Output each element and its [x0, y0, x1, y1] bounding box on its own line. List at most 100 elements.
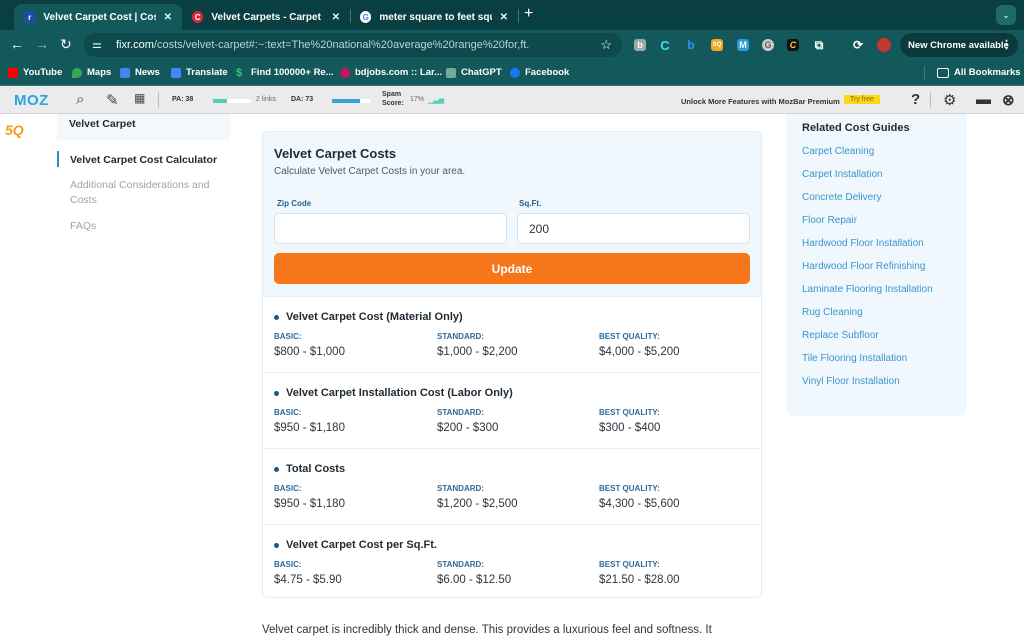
url-text[interactable]: fixr.com/costs/velvet-carpet#:~:text=The…	[116, 39, 529, 51]
gear-icon[interactable]: ⚙	[943, 91, 956, 109]
close-circle-icon[interactable]: ⊗	[1002, 91, 1015, 109]
section-title: Velvet Carpet Cost (Material Only)	[274, 311, 463, 323]
tier-label-best: BEST QUALITY:	[599, 332, 660, 341]
extension-icon-g[interactable]: G	[762, 39, 774, 51]
bookmark-star-icon[interactable]: ☆	[600, 37, 612, 53]
extensions-puzzle-icon[interactable]: ⧉	[813, 38, 825, 52]
news-icon	[120, 67, 130, 78]
bookmark-find[interactable]: $ Find 100000+ Re...	[236, 67, 334, 78]
links-count[interactable]: 2 links	[256, 96, 276, 103]
toc-item-faqs[interactable]: FAQs	[70, 219, 220, 234]
tab-google[interactable]: G meter square to feet square ✕	[350, 4, 518, 30]
body-paragraph: Velvet carpet is incredibly thick and de…	[262, 624, 712, 636]
related-link[interactable]: Hardwood Floor Refinishing	[802, 261, 925, 272]
zip-code-input[interactable]	[274, 213, 507, 244]
new-tab-button[interactable]: +	[524, 5, 533, 23]
close-tab-icon[interactable]: ✕	[164, 12, 172, 23]
address-bar[interactable]: ⚌ fixr.com/costs/velvet-carpet#:~:text=T…	[84, 33, 622, 57]
more-menu-icon[interactable]: ⋮	[1001, 38, 1012, 51]
new-chrome-available-button[interactable]: New Chrome available ⋮	[900, 33, 1018, 57]
close-tab-icon[interactable]: ✕	[500, 12, 508, 23]
site-settings-icon[interactable]: ⚌	[92, 38, 102, 51]
tab-fixr[interactable]: r Velvet Carpet Cost | Cost to I ✕	[14, 4, 182, 30]
tier-value-basic: $950 - $1,180	[274, 498, 345, 510]
cost-section-labor: Velvet Carpet Installation Cost (Labor O…	[263, 372, 761, 448]
minimize-bar-icon[interactable]: ▬	[976, 91, 991, 108]
tier-label-best: BEST QUALITY:	[599, 560, 660, 569]
google-icon: G	[360, 11, 372, 23]
moz-logo: MOZ	[14, 92, 49, 109]
tab-search-button[interactable]: ⌄	[996, 5, 1016, 25]
sqft-input[interactable]: 200	[517, 213, 750, 244]
toc-item-additional-considerations[interactable]: Additional Considerations and Costs	[70, 178, 215, 208]
facebook-icon	[510, 67, 520, 78]
youtube-icon	[8, 67, 18, 78]
page-analysis-icon[interactable]: ⌕	[76, 91, 84, 108]
try-free-button[interactable]: Try free	[844, 95, 880, 104]
tier-label-basic: BASIC:	[274, 332, 302, 341]
forward-arrow-icon[interactable]: →	[35, 36, 49, 52]
help-icon[interactable]: ?	[911, 91, 920, 108]
bookmarks-bar: YouTube Maps News Translate $ Find 100000…	[0, 60, 1024, 86]
related-link[interactable]: Vinyl Floor Installation	[802, 376, 900, 387]
tab-carpet-giant[interactable]: C Velvet Carpets - Carpet GIAN ✕	[182, 4, 350, 30]
related-cost-guides: Related Cost Guides Carpet Cleaning Carp…	[786, 114, 967, 416]
all-bookmarks-button[interactable]: All Bookmarks	[937, 67, 1021, 78]
bookmark-chatgpt[interactable]: ChatGPT	[446, 67, 502, 78]
tier-label-standard: STANDARD:	[437, 560, 484, 569]
sq-extension-logo[interactable]: 5Q	[5, 122, 24, 138]
close-tab-icon[interactable]: ✕	[332, 12, 340, 23]
cost-section-total: Total Costs BASIC: STANDARD: BEST QUALIT…	[263, 448, 761, 524]
reload-icon[interactable]: ↻	[60, 36, 72, 53]
unlock-premium-text: Unlock More Features with MozBar Premium	[681, 97, 840, 106]
back-arrow-icon[interactable]: ←	[10, 36, 24, 52]
da-progress-bar	[332, 99, 370, 103]
keyword-icon[interactable]: ▦	[134, 91, 145, 105]
da-score: DA: 73	[291, 96, 314, 103]
bdjobs-icon	[340, 67, 350, 78]
section-title-text: Velvet Carpet Installation Cost (Labor O…	[286, 387, 513, 399]
url-host: fixr.com	[116, 39, 154, 51]
sqft-label: Sq.Ft.	[519, 199, 542, 208]
bookmark-bdjobs[interactable]: bdjobs.com :: Lar...	[340, 67, 442, 78]
extension-icon-bing[interactable]: b	[685, 38, 697, 52]
extension-icon-sq[interactable]: SQ	[711, 39, 723, 51]
related-link[interactable]: Laminate Flooring Installation	[802, 284, 933, 295]
bullet-icon	[274, 542, 279, 548]
extension-icon-1[interactable]: b	[634, 39, 646, 51]
bookmark-label: bdjobs.com :: Lar...	[355, 67, 443, 78]
related-link[interactable]: Replace Subfloor	[802, 330, 879, 341]
related-link[interactable]: Rug Cleaning	[802, 307, 863, 318]
bookmark-facebook[interactable]: Facebook	[510, 67, 569, 78]
extension-icon-c2[interactable]: C	[787, 39, 799, 51]
chatgpt-icon	[446, 67, 456, 78]
related-link[interactable]: Hardwood Floor Installation	[802, 238, 924, 249]
related-link[interactable]: Floor Repair	[802, 215, 857, 226]
translate-icon	[171, 67, 181, 78]
tier-value-best: $300 - $400	[599, 422, 661, 434]
all-bookmarks-label: All Bookmarks	[954, 67, 1021, 78]
bookmark-maps[interactable]: Maps	[72, 67, 111, 78]
toc-item-calculator[interactable]: Velvet Carpet Cost Calculator	[70, 153, 220, 168]
related-link[interactable]: Concrete Delivery	[802, 192, 881, 203]
profile-avatar[interactable]	[877, 38, 891, 52]
section-title-text: Total Costs	[286, 463, 346, 475]
bookmark-translate[interactable]: Translate	[171, 67, 228, 78]
bookmark-youtube[interactable]: YouTube	[8, 67, 62, 78]
highlighter-pencil-icon[interactable]: ✎	[106, 91, 119, 109]
bullet-icon	[274, 466, 279, 472]
tier-value-best: $21.50 - $28.00	[599, 574, 680, 586]
related-link[interactable]: Tile Flooring Installation	[802, 353, 907, 364]
related-link[interactable]: Carpet Cleaning	[802, 146, 874, 157]
bookmark-label: News	[135, 67, 160, 78]
extension-icon-c[interactable]: C	[659, 38, 671, 53]
chatgpt-extension-icon[interactable]: ⟳	[852, 38, 864, 52]
extension-icon-m[interactable]: M	[737, 39, 749, 51]
related-link[interactable]: Carpet Installation	[802, 169, 883, 180]
folder-icon	[937, 67, 949, 78]
carpet-giant-icon: C	[192, 11, 204, 23]
bookmark-news[interactable]: News	[120, 67, 160, 78]
find-icon: $	[236, 66, 243, 79]
update-button[interactable]: Update	[274, 253, 750, 284]
bookmark-label: Facebook	[525, 67, 570, 78]
